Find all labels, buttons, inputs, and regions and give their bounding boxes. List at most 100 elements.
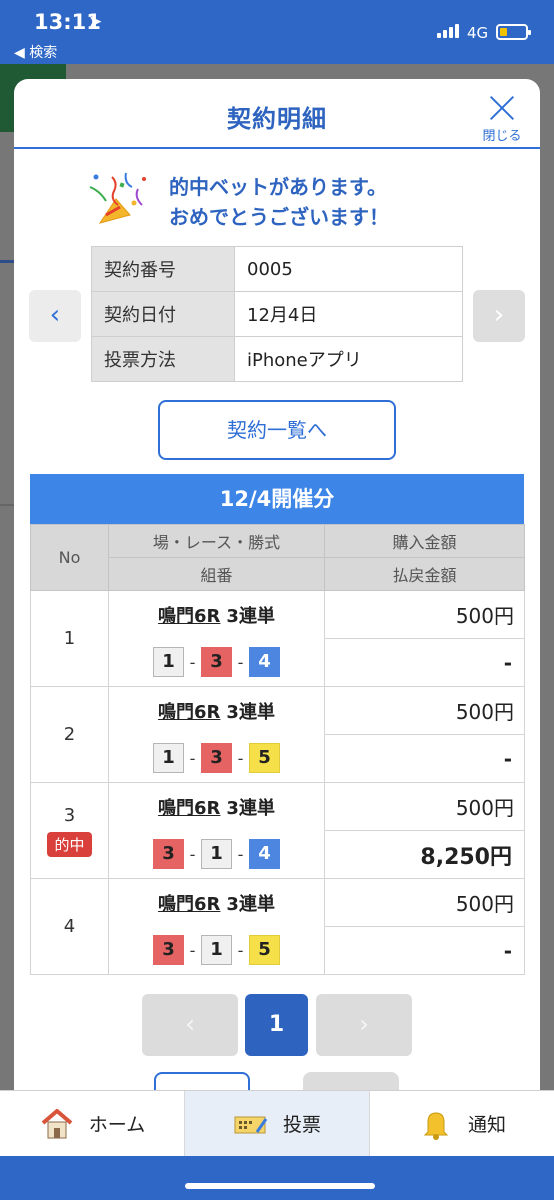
bet-type: 3連単 [226, 605, 275, 627]
combo-separator: - [237, 748, 244, 768]
bet-race[interactable]: 鳴門6R 3連単 [108, 590, 325, 639]
purchase-amount: 500円 [324, 878, 525, 927]
pagination-next-button[interactable]: › [316, 994, 412, 1056]
section-title: 12/4開催分 [30, 474, 524, 524]
tab-notifications[interactable]: 通知 [369, 1091, 554, 1156]
bet-no-value: 3 [63, 804, 76, 826]
battery-icon [496, 24, 531, 40]
bet-type: 3連単 [226, 701, 275, 723]
bet-combination: 3-1-4 [108, 830, 325, 879]
combo-separator: - [189, 652, 196, 672]
race-link[interactable]: 鳴門6R [158, 702, 220, 723]
home-indicator [0, 1156, 554, 1200]
bets-table: No 場・レース・勝式 購入金額 組番 払戻金額 1 鳴門6R 3連単 500円 … [30, 524, 525, 975]
tab-bar: ホーム 投票 通知 [0, 1090, 554, 1156]
payout-amount: - [324, 638, 525, 687]
header-no: No [30, 524, 109, 591]
bet-no: 1 [30, 590, 109, 687]
network-type: 4G [467, 24, 489, 42]
bet-race[interactable]: 鳴門6R 3連単 [108, 782, 325, 831]
prev-contract-button[interactable]: ‹ [29, 290, 81, 342]
bet-combination: 3-1-5 [108, 926, 325, 975]
bet-no-value: 1 [63, 628, 76, 649]
contract-info-label: 契約日付 [91, 291, 235, 337]
payout-amount: - [324, 734, 525, 783]
table-row: 2 鳴門6R 3連単 500円 [30, 686, 525, 783]
congrats-message: 的中ベットがあります。 おめでとうございます！ [86, 169, 466, 229]
contract-info-value: iPhoneアプリ [234, 336, 463, 382]
next-contract-button[interactable]: › [473, 290, 525, 342]
contract-info-value: 12月4日 [234, 291, 463, 337]
bet-type: 3連単 [226, 893, 275, 915]
payout-amount: - [324, 926, 525, 975]
congrats-line-1: 的中ベットがあります。 [169, 175, 387, 199]
boat-number-chip: 4 [249, 839, 280, 870]
contract-detail-modal: 契約明細 閉じる 的中ベットがあります。 おめでとうございます！ 契約番号 00… [14, 79, 540, 1090]
contract-info-row: 投票方法 iPhoneアプリ [91, 336, 463, 382]
bet-combination: 1-3-4 [108, 638, 325, 687]
bet-no: 2 [30, 686, 109, 783]
cellular-signal-icon [437, 24, 459, 38]
boat-number-chip: 1 [201, 935, 232, 966]
tab-vote[interactable]: 投票 [184, 1091, 369, 1156]
boat-number-chip: 1 [153, 743, 184, 774]
race-link[interactable]: 鳴門6R [158, 798, 220, 819]
boat-number-chip: 1 [153, 647, 184, 678]
bet-no-value: 2 [63, 724, 76, 745]
boat-number-chip: 3 [153, 935, 184, 966]
header-combo: 組番 [108, 557, 325, 591]
contract-list-button[interactable]: 契約一覧へ [158, 400, 396, 460]
modal-header: 契約明細 閉じる [14, 79, 540, 149]
boat-number-chip: 1 [201, 839, 232, 870]
combo-separator: - [237, 940, 244, 960]
status-bar: 13:11 ➤ ◀ 検索 4G [0, 0, 554, 64]
footer-button-partial[interactable] [303, 1072, 399, 1090]
boat-number-chip: 3 [201, 743, 232, 774]
combo-separator: - [237, 844, 244, 864]
table-row: 4 鳴門6R 3連単 500円 [30, 878, 525, 975]
boat-number-chip: 4 [249, 647, 280, 678]
purchase-amount: 500円 [324, 686, 525, 735]
race-link[interactable]: 鳴門6R [158, 606, 220, 627]
combo-separator: - [237, 652, 244, 672]
pagination-current-page[interactable]: 1 [245, 994, 308, 1056]
house-icon [41, 1108, 73, 1138]
payout-amount: 8,250円 [324, 830, 525, 879]
bell-icon [423, 1111, 449, 1140]
bet-combination: 1-3-5 [108, 734, 325, 783]
contract-info-value: 0005 [234, 246, 463, 292]
bet-no-value: 4 [63, 916, 76, 937]
race-link[interactable]: 鳴門6R [158, 894, 220, 915]
modal-title: 契約明細 [227, 105, 327, 133]
tab-home-label: ホーム [88, 1114, 146, 1136]
ticket-pen-icon [234, 1116, 268, 1133]
header-purchase: 購入金額 [324, 524, 525, 558]
boat-number-chip: 5 [249, 935, 280, 966]
bet-race[interactable]: 鳴門6R 3連単 [108, 878, 325, 927]
contract-info-label: 契約番号 [91, 246, 235, 292]
tab-notifications-label: 通知 [467, 1114, 506, 1136]
bet-no: 3 的中 [30, 782, 109, 879]
contract-info-table: 契約番号 0005 契約日付 12月4日 投票方法 iPhoneアプリ [91, 246, 463, 382]
bet-type: 3連単 [226, 797, 275, 819]
hit-badge: 的中 [47, 831, 92, 857]
combo-separator: - [189, 748, 196, 768]
combo-separator: - [189, 844, 196, 864]
table-row: 1 鳴門6R 3連単 500円 [30, 590, 525, 687]
table-header-row: No 場・レース・勝式 購入金額 [30, 524, 525, 591]
boat-number-chip: 5 [249, 743, 280, 774]
footer-button-partial[interactable] [154, 1072, 250, 1090]
location-arrow-icon: ➤ [88, 12, 103, 32]
bet-race[interactable]: 鳴門6R 3連単 [108, 686, 325, 735]
boat-number-chip: 3 [201, 647, 232, 678]
contract-info-label: 投票方法 [91, 336, 235, 382]
table-row: 3 的中 鳴門6R 3連単 500円 [30, 782, 525, 879]
back-to-search-link[interactable]: ◀ 検索 [14, 42, 57, 62]
header-race: 場・レース・勝式 [108, 524, 325, 558]
boat-number-chip: 3 [153, 839, 184, 870]
close-label: 閉じる [482, 129, 522, 144]
party-popper-icon [89, 172, 146, 224]
close-button[interactable]: 閉じる [476, 93, 528, 144]
tab-home[interactable]: ホーム [0, 1091, 184, 1156]
pagination-prev-button[interactable]: ‹ [142, 994, 238, 1056]
